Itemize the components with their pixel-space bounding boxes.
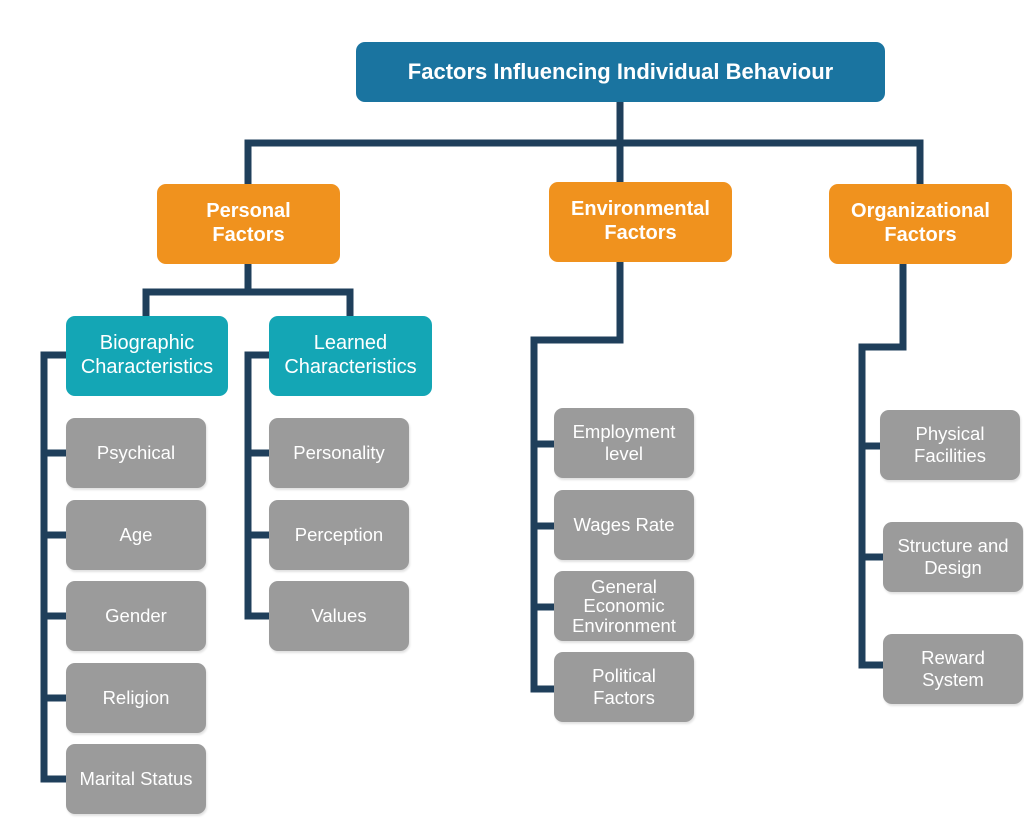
leaf-age: Age <box>66 500 206 570</box>
category-personal-factors: Personal Factors <box>157 184 340 264</box>
leaf-perception: Perception <box>269 500 409 570</box>
leaf-political-factors: Political Factors <box>554 652 694 722</box>
subgroup-biographic-characteristics: Biographic Characteristics <box>66 316 228 396</box>
leaf-values: Values <box>269 581 409 651</box>
leaf-structure-and-design: Structure and Design <box>883 522 1023 592</box>
leaf-employment-level: Employment level <box>554 408 694 478</box>
leaf-psychical: Psychical <box>66 418 206 488</box>
subgroup-learned-characteristics: Learned Characteristics <box>269 316 432 396</box>
connector-main-bus <box>244 139 924 185</box>
leaf-general-economic-environment: General Economic Environment <box>554 571 694 641</box>
leaf-wages-rate: Wages Rate <box>554 490 694 560</box>
category-environmental-factors: Environmental Factors <box>549 182 732 262</box>
leaf-reward-system: Reward System <box>883 634 1023 704</box>
diagram-title: Factors Influencing Individual Behaviour <box>356 42 885 102</box>
leaf-physical-facilities: Physical Facilities <box>880 410 1020 480</box>
leaf-religion: Religion <box>66 663 206 733</box>
category-organizational-factors: Organizational Factors <box>829 184 1012 264</box>
leaf-gender: Gender <box>66 581 206 651</box>
connector-biographic-items <box>40 351 68 783</box>
connector-learned-items <box>244 351 271 620</box>
leaf-marital-status: Marital Status <box>66 744 206 814</box>
leaf-personality: Personality <box>269 418 409 488</box>
connector-personal-subgroups <box>142 262 354 318</box>
